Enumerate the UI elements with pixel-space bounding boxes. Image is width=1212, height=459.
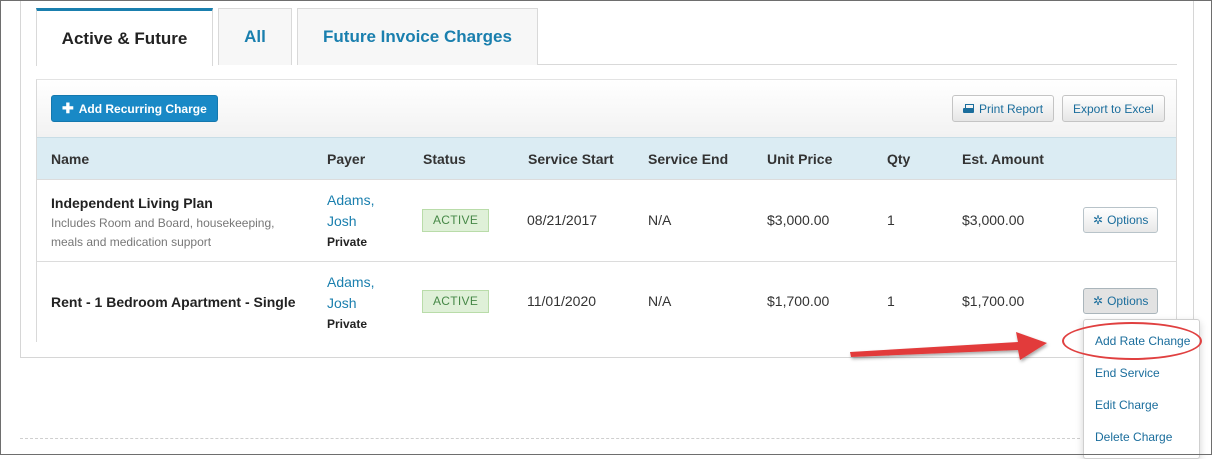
charge-name-cell: Rent - 1 Bedroom Apartment - Single — [51, 294, 296, 310]
tab-active-future[interactable]: Active & Future — [36, 8, 213, 66]
export-to-excel-button[interactable]: Export to Excel — [1062, 95, 1165, 122]
options-button[interactable]: ✲ Options — [1083, 207, 1159, 233]
column-header-status: Status — [423, 151, 466, 167]
table-row: Rent - 1 Bedroom Apartment - Single Adam… — [37, 261, 1176, 343]
divider — [20, 438, 1080, 439]
payer-first-name-link[interactable]: Josh — [327, 211, 374, 232]
tab-underline — [538, 64, 1177, 65]
tab-future-invoice-charges[interactable]: Future Invoice Charges — [297, 8, 538, 65]
charges-panel: ✚ Add Recurring Charge Print Report Expo… — [36, 79, 1177, 343]
column-header-payer: Payer — [327, 151, 366, 167]
charge-name: Rent - 1 Bedroom Apartment - Single — [51, 294, 296, 310]
service-end: N/A — [648, 293, 672, 309]
menu-item-end-service[interactable]: End Service — [1095, 366, 1160, 380]
payer-last-name-link[interactable]: Adams, — [327, 190, 374, 211]
column-header-service-end: Service End — [648, 151, 729, 167]
payer-last-name-link[interactable]: Adams, — [327, 272, 374, 293]
options-label: Options — [1107, 294, 1149, 308]
add-recurring-charge-button[interactable]: ✚ Add Recurring Charge — [51, 95, 218, 122]
column-header-service-start: Service Start — [528, 151, 614, 167]
column-header-est-amount: Est. Amount — [962, 151, 1044, 167]
add-recurring-charge-label: Add Recurring Charge — [78, 101, 207, 116]
charge-name-cell: Independent Living Plan Includes Room an… — [51, 195, 291, 252]
tab-all[interactable]: All — [218, 8, 292, 65]
status-cell: ACTIVE — [422, 209, 490, 232]
options-dropdown-menu: Add Rate Change End Service Edit Charge … — [1083, 319, 1200, 459]
charge-name: Independent Living Plan — [51, 195, 213, 211]
options-label: Options — [1107, 213, 1149, 227]
table-row: Independent Living Plan Includes Room an… — [37, 179, 1176, 261]
options-button[interactable]: ✲ Options — [1083, 288, 1159, 314]
payer-type: Private — [327, 235, 368, 249]
service-start: 11/01/2020 — [527, 293, 597, 309]
plus-icon: ✚ — [62, 100, 74, 116]
charge-description: Includes Room and Board, housekeeping, m… — [51, 216, 275, 249]
printer-icon — [963, 103, 974, 114]
service-end: N/A — [648, 212, 672, 228]
payer-type: Private — [327, 317, 368, 331]
menu-item-delete-charge[interactable]: Delete Charge — [1095, 430, 1172, 444]
gear-icon: ✲ — [1093, 213, 1104, 227]
toolbar: ✚ Add Recurring Charge Print Report Expo… — [37, 80, 1176, 137]
unit-price: $1,700.00 — [767, 293, 830, 309]
column-header-qty: Qty — [887, 151, 911, 167]
gear-icon: ✲ — [1093, 294, 1104, 308]
payer-cell: Adams, Josh Private — [327, 272, 374, 334]
print-report-label: Print Report — [979, 101, 1044, 116]
qty: 1 — [887, 293, 895, 309]
payer-first-name-link[interactable]: Josh — [327, 293, 374, 314]
est-amount: $1,700.00 — [962, 293, 1025, 309]
column-header-unit-price: Unit Price — [767, 151, 833, 167]
status-badge: ACTIVE — [422, 290, 490, 313]
menu-item-add-rate-change[interactable]: Add Rate Change — [1095, 334, 1190, 348]
print-report-button[interactable]: Print Report — [952, 95, 1055, 122]
table-header: Name Payer Status Service Start Service … — [37, 137, 1176, 179]
service-start: 08/21/2017 — [527, 212, 598, 228]
status-badge: ACTIVE — [422, 209, 490, 232]
export-to-excel-label: Export to Excel — [1073, 101, 1154, 116]
unit-price: $3,000.00 — [767, 212, 830, 228]
payer-cell: Adams, Josh Private — [327, 190, 374, 252]
status-cell: ACTIVE — [422, 290, 490, 313]
est-amount: $3,000.00 — [962, 212, 1025, 228]
column-header-name: Name — [51, 151, 90, 167]
qty: 1 — [887, 212, 895, 228]
menu-item-edit-charge[interactable]: Edit Charge — [1095, 398, 1158, 412]
